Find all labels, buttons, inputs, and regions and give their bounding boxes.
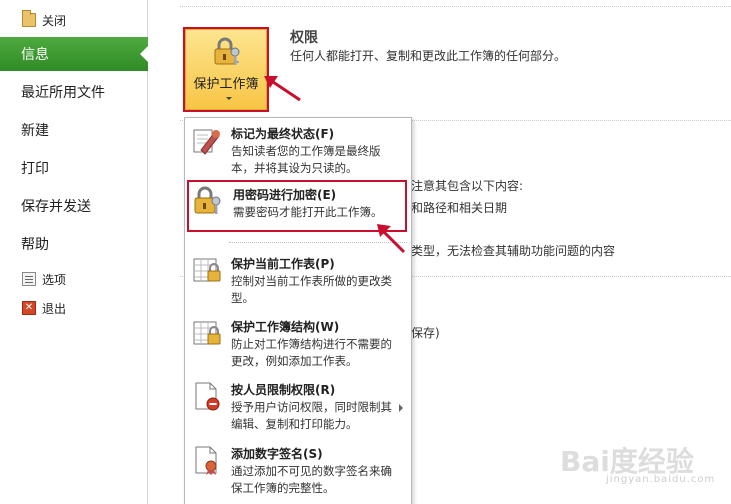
protect-workbook-button[interactable]: 保护工作簿	[183, 27, 269, 112]
lock-key-icon	[194, 186, 221, 214]
annotation-arrow-icon	[377, 224, 406, 254]
nav-new[interactable]: 新建	[0, 113, 148, 147]
workbook-lock-icon	[193, 321, 221, 345]
folder-icon	[22, 10, 36, 27]
nav-recent-label: 最近所用文件	[21, 85, 105, 101]
menu-item-title: 按人员限制权限(R)	[231, 383, 336, 397]
menu-item-description: 防止对工作簿结构进行不需要的更改，例如添加工作表。	[231, 337, 392, 368]
options-label: 选项	[42, 272, 67, 287]
exit-icon: ✕	[22, 301, 36, 315]
nav-print[interactable]: 打印	[0, 151, 148, 185]
restrict-permission-icon	[195, 382, 220, 411]
nav-print-label: 打印	[21, 161, 49, 177]
menu-item-title: 用密码进行加密(E)	[233, 188, 337, 202]
nav-recent[interactable]: 最近所用文件	[0, 75, 148, 109]
exit-item[interactable]: ✕ 退出	[22, 298, 66, 318]
exit-label: 退出	[42, 301, 67, 316]
permissions-description: 任何人都能打开、复制和更改此工作簿的任何部分。	[290, 49, 567, 63]
annotation-arrow-icon	[264, 76, 301, 102]
close-item[interactable]: 关闭	[22, 10, 66, 30]
lock-key-icon	[214, 37, 240, 65]
menu-item-title: 保护工作簿结构(W)	[231, 320, 340, 334]
nav-help-label: 帮助	[21, 237, 49, 253]
watermark-subtext: jingyan.baidu.com	[606, 474, 716, 485]
options-icon	[22, 272, 36, 286]
menu-item-protect-structure[interactable]: 保护工作簿结构(W) 防止对工作簿结构进行不需要的更改，例如添加工作表。	[185, 313, 411, 371]
options-item[interactable]: 选项	[22, 269, 66, 289]
permissions-title: 权限	[290, 30, 318, 46]
menu-item-description: 需要密码才能打开此工作簿。	[233, 205, 383, 219]
inspect-text-1: 注意其包含以下内容:	[411, 179, 524, 193]
menu-item-title: 添加数字签名(S)	[231, 447, 323, 461]
menu-item-description: 控制对当前工作表所做的更改类型。	[231, 274, 392, 305]
menu-item-description: 告知读者您的工作簿是最终版本，并将其设为只读的。	[231, 144, 381, 175]
protect-workbook-label: 保护工作簿	[193, 77, 259, 92]
nav-info[interactable]: 信息	[0, 37, 148, 71]
chevron-right-icon	[399, 404, 403, 412]
inspect-text-2: 和路径和相关日期	[411, 201, 508, 215]
digital-signature-icon	[195, 446, 217, 475]
sheet-lock-icon	[193, 258, 221, 282]
menu-item-protect-sheet[interactable]: 保护当前工作表(P) 控制对当前工作表所做的更改类型。	[185, 250, 411, 308]
menu-item-description: 通过添加不可见的数字签名来确保工作簿的完整性。	[231, 464, 392, 495]
inspect-text-3: 类型，无法检查其辅助功能问题的内容	[411, 244, 616, 258]
menu-item-description: 授予用户访问权限，同时限制其编辑、复制和打印能力。	[231, 400, 392, 431]
mark-final-icon	[193, 129, 220, 155]
baidu-watermark: Bai度经验 jingyan.baidu.com	[560, 440, 720, 485]
close-label: 关闭	[42, 13, 67, 28]
versions-text: 保存)	[411, 326, 440, 340]
chevron-down-icon	[226, 97, 232, 100]
menu-item-mark-final[interactable]: 标记为最终状态(F) 告知读者您的工作簿是最终版本，并将其设为只读的。	[185, 120, 411, 178]
nav-info-label: 信息	[21, 47, 49, 63]
nav-save-send-label: 保存并发送	[21, 199, 91, 215]
nav-save-send[interactable]: 保存并发送	[0, 189, 148, 223]
menu-item-title: 标记为最终状态(F)	[231, 127, 335, 141]
protect-workbook-menu: 标记为最终状态(F) 告知读者您的工作簿是最终版本，并将其设为只读的。 用密码进…	[184, 117, 412, 504]
menu-item-restrict-permission[interactable]: 按人员限制权限(R) 授予用户访问权限，同时限制其编辑、复制和打印能力。	[185, 376, 411, 434]
menu-item-digital-signature[interactable]: 添加数字签名(S) 通过添加不可见的数字签名来确保工作簿的完整性。	[185, 440, 411, 502]
menu-item-title: 保护当前工作表(P)	[231, 257, 335, 271]
backstage-sidebar: 关闭 信息 最近所用文件 新建 打印 保存并发送 帮助 选项 ✕ 退出	[0, 0, 148, 504]
nav-new-label: 新建	[21, 123, 49, 139]
divider	[180, 6, 731, 7]
nav-help[interactable]: 帮助	[0, 227, 148, 261]
